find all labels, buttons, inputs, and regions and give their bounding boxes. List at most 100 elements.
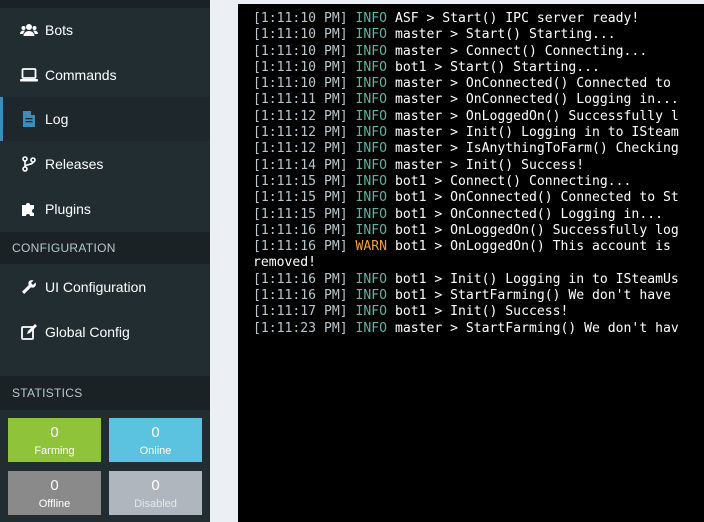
laptop-icon bbox=[20, 66, 38, 84]
stat-label: Disabled bbox=[134, 498, 177, 510]
log-timestamp: [1:11:16 PM] bbox=[253, 222, 348, 238]
stat-value: 0 bbox=[151, 424, 160, 441]
sidebar-item-label: Plugins bbox=[45, 201, 91, 217]
users-icon bbox=[20, 21, 38, 39]
log-timestamp: [1:11:10 PM] bbox=[253, 43, 348, 59]
log-message: bot1 > StartFarming() We don't have bbox=[394, 288, 671, 304]
log-level: INFO bbox=[355, 157, 388, 173]
log-level: INFO bbox=[355, 173, 388, 189]
log-message: master > StartFarming() We don't hav bbox=[394, 320, 679, 336]
log-line: [1:11:23 PM] INFO master > StartFarming(… bbox=[253, 321, 704, 337]
edit-icon bbox=[20, 323, 38, 341]
log-line: [1:11:10 PM] INFO ASF > Start() IPC serv… bbox=[253, 11, 704, 27]
sidebar-item-label: Releases bbox=[45, 156, 104, 172]
stat-label: Offline bbox=[38, 498, 71, 510]
log-line: [1:11:12 PM] INFO master > Init() Loggin… bbox=[253, 125, 704, 141]
log-timestamp: [1:11:12 PM] bbox=[253, 141, 348, 157]
log-line: [1:11:10 PM] INFO master > Start() Start… bbox=[253, 27, 704, 43]
stat-farming[interactable]: 0 Farming bbox=[8, 418, 101, 462]
log-level: INFO bbox=[355, 222, 388, 238]
log-line: [1:11:16 PM] INFO bot1 > StartFarming() … bbox=[253, 288, 704, 304]
log-line: [1:11:12 PM] INFO master > OnLoggedOn() … bbox=[253, 109, 704, 125]
log-line: [1:11:16 PM] INFO bot1 > Init() Logging … bbox=[253, 272, 704, 288]
statistics-header: STATISTICS bbox=[0, 376, 210, 410]
log-timestamp: [1:11:15 PM] bbox=[253, 173, 348, 189]
log-message: master > OnLoggedOn() Successfully l bbox=[394, 108, 679, 124]
log-level: INFO bbox=[355, 76, 388, 92]
sidebar-item-ui-configuration[interactable]: UI Configuration bbox=[0, 265, 210, 309]
log-timestamp: [1:11:12 PM] bbox=[253, 108, 348, 124]
log-console[interactable]: [1:11:10 PM] INFO ASF > Start() IPC serv… bbox=[238, 4, 704, 522]
log-line: [1:11:16 PM] INFO bot1 > OnLoggedOn() Su… bbox=[253, 223, 704, 239]
log-line: removed! bbox=[253, 255, 704, 271]
log-level: INFO bbox=[355, 141, 388, 157]
sidebar-item-log[interactable]: Log bbox=[0, 97, 210, 141]
log-level: INFO bbox=[355, 304, 388, 320]
log-message: bot1 > Init() Success! bbox=[394, 304, 569, 320]
log-level: INFO bbox=[355, 43, 388, 59]
log-timestamp: [1:11:10 PM] bbox=[253, 59, 348, 75]
log-line: [1:11:14 PM] INFO master > Init() Succes… bbox=[253, 158, 704, 174]
stat-value: 0 bbox=[50, 424, 59, 441]
log-line: [1:11:15 PM] INFO bot1 > OnConnected() L… bbox=[253, 207, 704, 223]
log-line: [1:11:15 PM] INFO bot1 > Connect() Conne… bbox=[253, 174, 704, 190]
wrench-icon bbox=[20, 278, 38, 296]
sidebar-item-label: Bots bbox=[45, 22, 74, 38]
log-message: bot1 > OnLoggedOn() This account is bbox=[394, 239, 671, 255]
log-line: [1:11:15 PM] INFO bot1 > OnConnected() C… bbox=[253, 190, 704, 206]
sidebar-item-label: Commands bbox=[45, 67, 117, 83]
log-level: INFO bbox=[355, 190, 388, 206]
log-message: bot1 > Start() Starting... bbox=[394, 59, 600, 75]
log-level: INFO bbox=[355, 59, 388, 75]
log-line: [1:11:11 PM] INFO master > OnConnected()… bbox=[253, 92, 704, 108]
sidebar-item-releases[interactable]: Releases bbox=[0, 142, 210, 186]
log-timestamp: [1:11:10 PM] bbox=[253, 27, 348, 43]
log-message: removed! bbox=[253, 255, 317, 271]
log-message: master > Start() Starting... bbox=[394, 27, 616, 43]
sidebar: Bots Commands Log Releases Plugins CONFI… bbox=[0, 0, 210, 522]
sidebar-top-strip bbox=[0, 0, 210, 8]
log-line: [1:11:10 PM] INFO master > Connect() Con… bbox=[253, 44, 704, 60]
sidebar-item-bots[interactable]: Bots bbox=[0, 8, 210, 52]
configuration-header: CONFIGURATION bbox=[0, 232, 210, 264]
log-line: [1:11:16 PM] WARN bot1 > OnLoggedOn() Th… bbox=[253, 239, 704, 255]
log-message: master > OnConnected() Logging in... bbox=[394, 92, 679, 108]
log-level: INFO bbox=[355, 27, 388, 43]
log-message: master > Init() Success! bbox=[394, 157, 585, 173]
log-timestamp: [1:11:16 PM] bbox=[253, 239, 348, 255]
log-line: [1:11:17 PM] INFO bot1 > Init() Success! bbox=[253, 304, 704, 320]
log-timestamp: [1:11:16 PM] bbox=[253, 288, 348, 304]
stat-online[interactable]: 0 Online bbox=[109, 418, 202, 462]
stat-value: 0 bbox=[50, 477, 59, 494]
log-timestamp: [1:11:10 PM] bbox=[253, 76, 348, 92]
stat-label: Online bbox=[139, 445, 172, 457]
log-level: INFO bbox=[355, 92, 388, 108]
log-message: bot1 > OnConnected() Connected to St bbox=[394, 190, 679, 206]
log-line: [1:11:10 PM] INFO bot1 > Start() Startin… bbox=[253, 60, 704, 76]
log-level: INFO bbox=[355, 125, 388, 141]
file-icon bbox=[20, 110, 38, 128]
log-level: INFO bbox=[355, 206, 388, 222]
log-message: bot1 > Connect() Connecting... bbox=[394, 173, 632, 189]
log-timestamp: [1:11:10 PM] bbox=[253, 11, 348, 26]
content-background bbox=[210, 0, 238, 522]
log-level: WARN bbox=[355, 239, 388, 255]
code-branch-icon bbox=[20, 155, 38, 173]
stat-value: 0 bbox=[151, 477, 160, 494]
log-line: [1:11:12 PM] INFO master > IsAnythingToF… bbox=[253, 141, 704, 157]
sidebar-item-commands[interactable]: Commands bbox=[0, 53, 210, 97]
stat-label: Farming bbox=[34, 445, 75, 457]
log-message: master > Connect() Connecting... bbox=[394, 43, 648, 59]
sidebar-item-plugins[interactable]: Plugins bbox=[0, 187, 210, 231]
log-timestamp: [1:11:15 PM] bbox=[253, 206, 348, 222]
sidebar-item-label: Global Config bbox=[45, 324, 130, 340]
log-timestamp: [1:11:15 PM] bbox=[253, 190, 348, 206]
sidebar-item-global-config[interactable]: Global Config bbox=[0, 310, 210, 354]
stat-offline[interactable]: 0 Offline bbox=[8, 471, 101, 515]
log-message: bot1 > OnConnected() Logging in... bbox=[394, 206, 663, 222]
log-timestamp: [1:11:12 PM] bbox=[253, 125, 348, 141]
log-level: INFO bbox=[355, 108, 388, 124]
log-timestamp: [1:11:23 PM] bbox=[253, 320, 348, 336]
stat-disabled[interactable]: 0 Disabled bbox=[109, 471, 202, 515]
log-timestamp: [1:11:14 PM] bbox=[253, 157, 348, 173]
